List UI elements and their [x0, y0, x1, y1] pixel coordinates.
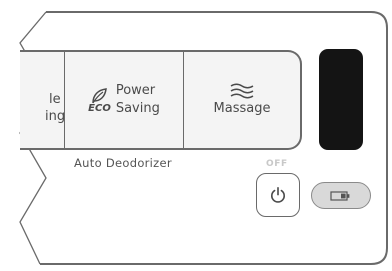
auto-deodorizer-caption: Auto Deodorizer: [74, 156, 172, 170]
display-screen: [319, 49, 363, 150]
partial-button-label-top: le: [49, 92, 61, 107]
power-button[interactable]: [256, 173, 300, 217]
wave-icon: [230, 83, 254, 99]
battery-indicator: [311, 182, 371, 209]
power-saving-button[interactable]: ECO Power Saving: [65, 52, 183, 148]
power-saving-label: Power Saving: [116, 82, 160, 118]
function-button-group: le ing ECO Power Saving Massage: [20, 50, 302, 150]
power-icon: [271, 186, 285, 203]
power-saving-line2: Saving: [115, 101, 160, 116]
battery-icon: [330, 190, 350, 201]
eco-badge: ECO: [88, 87, 111, 114]
massage-button[interactable]: Massage: [184, 52, 300, 148]
massage-content: Massage: [213, 82, 271, 118]
massage-label: Massage: [213, 101, 271, 116]
partial-button-label-bottom: ing: [45, 109, 66, 124]
off-label: OFF: [266, 159, 288, 169]
power-saving-content: ECO Power Saving: [88, 82, 160, 118]
power-saving-line1: Power: [115, 83, 156, 98]
partial-button[interactable]: le ing: [20, 52, 66, 148]
eco-label: ECO: [88, 102, 111, 114]
